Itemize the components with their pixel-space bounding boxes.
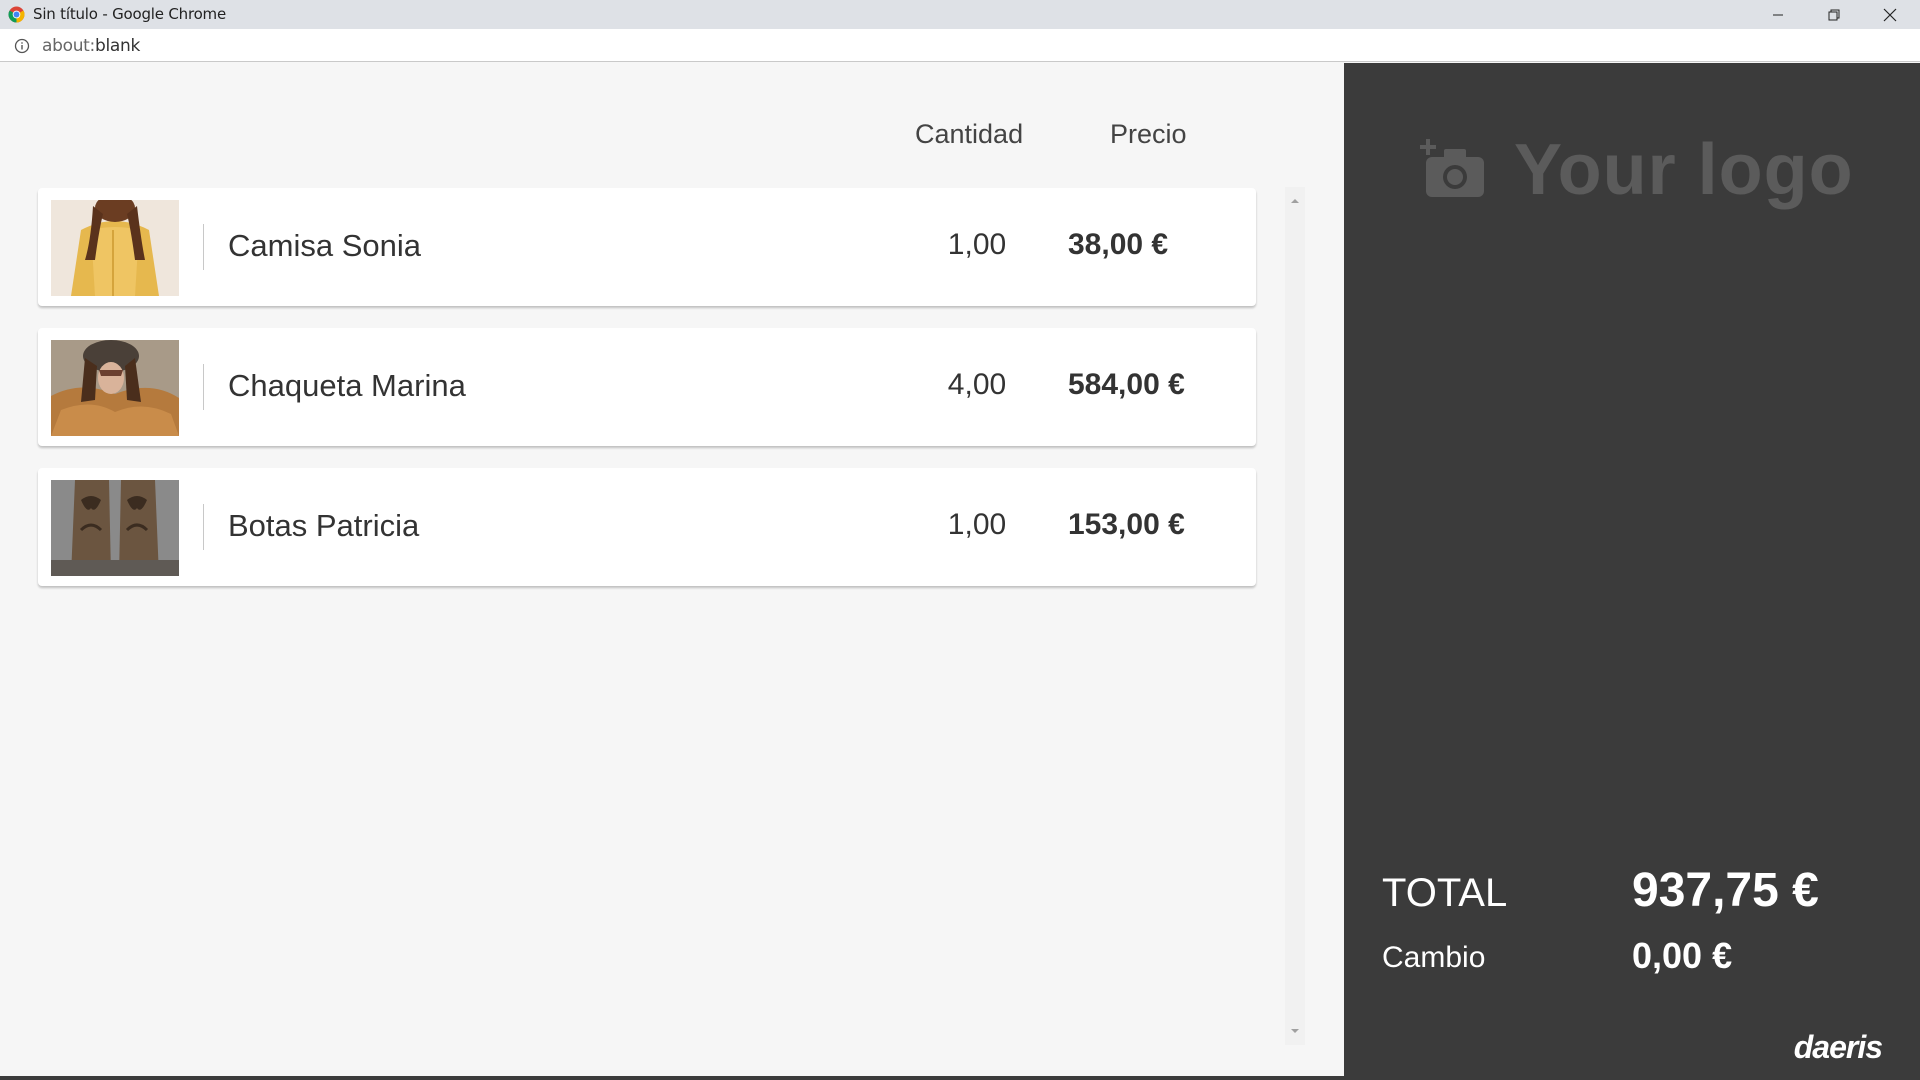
product-quantity: 4,00 xyxy=(947,368,1007,401)
restore-icon xyxy=(1828,9,1840,20)
browser-titlebar: Sin título - Google Chrome xyxy=(0,0,1920,29)
order-item-row[interactable]: Botas Patricia 1,00 153,00 € xyxy=(38,468,1256,586)
window-title: Sin título - Google Chrome xyxy=(33,5,226,23)
quantity-column-header: Cantidad xyxy=(915,119,1024,149)
bottom-border xyxy=(0,1076,1344,1080)
chrome-icon xyxy=(8,6,25,23)
camera-plus-icon xyxy=(1420,139,1484,197)
summary-panel: Your logo TOTAL 937,75 € Cambio 0,00 € d… xyxy=(1344,63,1920,1080)
info-icon[interactable] xyxy=(14,38,30,54)
row-divider xyxy=(203,504,204,550)
product-name: Chaqueta Marina xyxy=(228,368,466,403)
product-quantity: 1,00 xyxy=(947,508,1007,541)
order-list-area: Cantidad Precio Camisa Sonia 1,00 38,00 … xyxy=(0,63,1344,1076)
product-image xyxy=(51,200,179,296)
close-button[interactable] xyxy=(1862,0,1918,29)
total-value: 937,75 € xyxy=(1632,864,1819,917)
scroll-down-icon[interactable] xyxy=(1290,1027,1300,1035)
row-divider xyxy=(203,224,204,270)
product-name: Camisa Sonia xyxy=(228,228,421,263)
url-text[interactable]: about:blank xyxy=(42,36,140,56)
product-name: Botas Patricia xyxy=(228,508,420,543)
minimize-icon xyxy=(1773,14,1783,15)
product-image xyxy=(51,340,179,436)
product-image xyxy=(51,480,179,576)
total-label: TOTAL xyxy=(1382,871,1508,915)
price-column-header: Precio xyxy=(1110,119,1187,149)
row-divider xyxy=(203,364,204,410)
product-price: 584,00 € xyxy=(1068,368,1185,401)
minimize-button[interactable] xyxy=(1750,0,1806,29)
product-price: 153,00 € xyxy=(1068,508,1185,541)
address-bar[interactable]: about:blank xyxy=(0,29,1920,62)
order-item-row[interactable]: Camisa Sonia 1,00 38,00 € xyxy=(38,188,1256,306)
change-label: Cambio xyxy=(1382,941,1486,974)
url-path: blank xyxy=(94,36,141,56)
product-quantity: 1,00 xyxy=(947,228,1007,261)
scrollbar[interactable] xyxy=(1285,187,1305,1045)
url-scheme: about: xyxy=(42,36,95,56)
product-price: 38,00 € xyxy=(1068,228,1169,261)
brand-logo: daeris xyxy=(1793,1029,1883,1065)
scroll-up-icon[interactable] xyxy=(1290,197,1300,205)
order-item-row[interactable]: Chaqueta Marina 4,00 584,00 € xyxy=(38,328,1256,446)
restore-button[interactable] xyxy=(1806,0,1862,29)
change-value: 0,00 € xyxy=(1632,935,1733,976)
logo-placeholder: Your logo xyxy=(1418,130,1858,211)
close-icon xyxy=(1883,8,1897,21)
logo-text: Your logo xyxy=(1514,130,1854,210)
